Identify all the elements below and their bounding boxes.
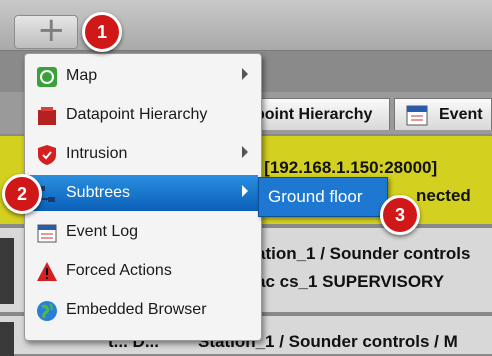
menu-item-label: Subtrees [66, 184, 131, 201]
device-icon [0, 322, 14, 356]
submenu-item-ground-floor[interactable]: Ground floor [268, 187, 363, 207]
chevron-right-icon [242, 146, 248, 158]
add-button[interactable]: + [14, 10, 78, 50]
chevron-right-icon [242, 185, 248, 197]
step-badge-1: 1 [82, 12, 122, 52]
map-icon [37, 67, 57, 87]
menu-item-event-log[interactable]: Event Log [28, 214, 258, 250]
tab-event-log[interactable]: Event [394, 98, 492, 130]
globe-icon [37, 301, 57, 321]
menu-item-label: Embedded Browser [66, 301, 207, 318]
menu-item-subtrees[interactable]: Subtrees [28, 175, 258, 211]
menu-item-embedded-browser[interactable]: Embedded Browser [28, 292, 258, 328]
menu-item-map[interactable]: Map [28, 58, 258, 94]
subtrees-submenu: Ground floor [258, 177, 388, 217]
add-view-menu: Map Datapoint Hierarchy Intrusion Subtre… [24, 53, 262, 341]
shield-icon [38, 145, 56, 165]
menu-item-datapoint-hierarchy[interactable]: Datapoint Hierarchy [28, 97, 258, 133]
chevron-right-icon [242, 68, 248, 80]
hierarchy-icon [38, 107, 56, 125]
device-state: ac cs_1 SUPERVISORY [256, 272, 445, 291]
calendar-icon [406, 105, 428, 126]
menu-item-forced-actions[interactable]: Forced Actions [28, 253, 258, 289]
plus-icon: + [37, 10, 66, 50]
tab-label: Event [439, 105, 483, 123]
step-badge-2: 2 [2, 174, 42, 214]
device-icon [0, 238, 14, 304]
menu-item-label: Forced Actions [66, 262, 172, 279]
top-toolbar: + [0, 0, 492, 51]
menu-item-label: Datapoint Hierarchy [66, 106, 208, 123]
device-path: ation_1 / Sounder controls [256, 244, 471, 263]
step-badge-3: 3 [380, 195, 420, 235]
menu-item-label: Event Log [66, 223, 139, 240]
calendar-icon [37, 224, 57, 243]
device-address: e [192.168.1.150:28000] [250, 158, 438, 177]
tab-label: point Hierarchy [255, 105, 373, 123]
device-status: nected [416, 186, 471, 205]
menu-item-intrusion[interactable]: Intrusion [28, 136, 258, 172]
tab-datapoint-hierarchy[interactable]: point Hierarchy [248, 98, 390, 130]
menu-item-label: Map [66, 67, 98, 84]
menu-item-label: Intrusion [66, 145, 128, 162]
warning-icon [37, 262, 57, 281]
